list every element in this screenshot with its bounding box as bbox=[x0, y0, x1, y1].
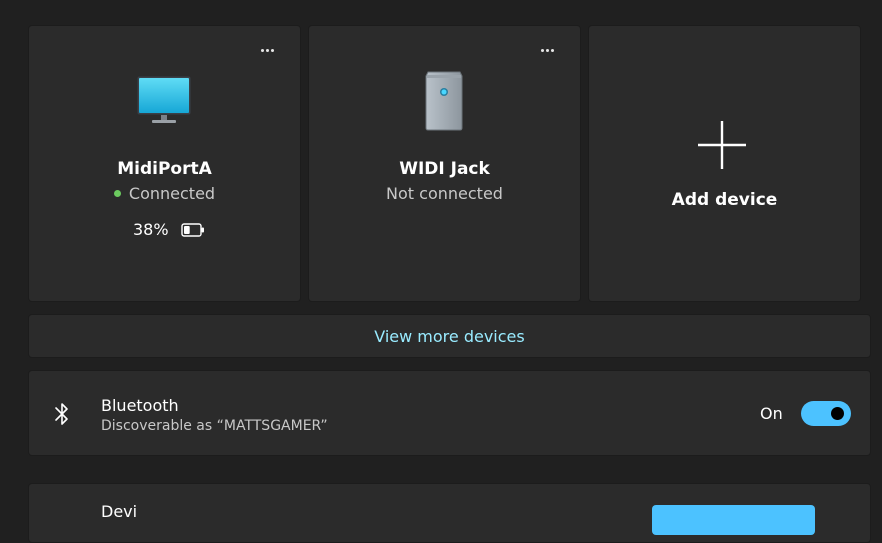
plus-icon bbox=[698, 121, 746, 169]
device-status: Not connected bbox=[386, 184, 503, 203]
battery-icon bbox=[180, 222, 204, 237]
device-status: Connected bbox=[28, 184, 301, 203]
next-row-action-button[interactable] bbox=[652, 505, 815, 535]
desktop-tower-icon bbox=[425, 71, 463, 131]
view-more-devices-button[interactable]: View more devices bbox=[28, 314, 871, 358]
device-name: MidiPortA bbox=[117, 159, 212, 179]
bluetooth-state-label: On bbox=[760, 404, 783, 423]
bluetooth-title: Bluetooth bbox=[101, 396, 179, 415]
add-device-label: Add device bbox=[671, 190, 778, 210]
battery-percent: 38% bbox=[133, 220, 169, 239]
connected-dot bbox=[113, 190, 121, 197]
bluetooth-toggle[interactable] bbox=[801, 401, 851, 426]
bluetooth-subtitle: Discoverable as “MATTSGAMER” bbox=[101, 418, 328, 434]
battery-info: 38% bbox=[133, 220, 205, 239]
toggle-knob bbox=[831, 407, 844, 420]
device-more-options-button[interactable] bbox=[536, 42, 558, 58]
device-name: WIDI Jack bbox=[399, 159, 490, 179]
monitor-icon bbox=[137, 76, 191, 123]
device-more-options-button[interactable] bbox=[256, 42, 278, 58]
next-row-title: Devi bbox=[101, 502, 138, 521]
bluetooth-icon bbox=[55, 403, 68, 425]
